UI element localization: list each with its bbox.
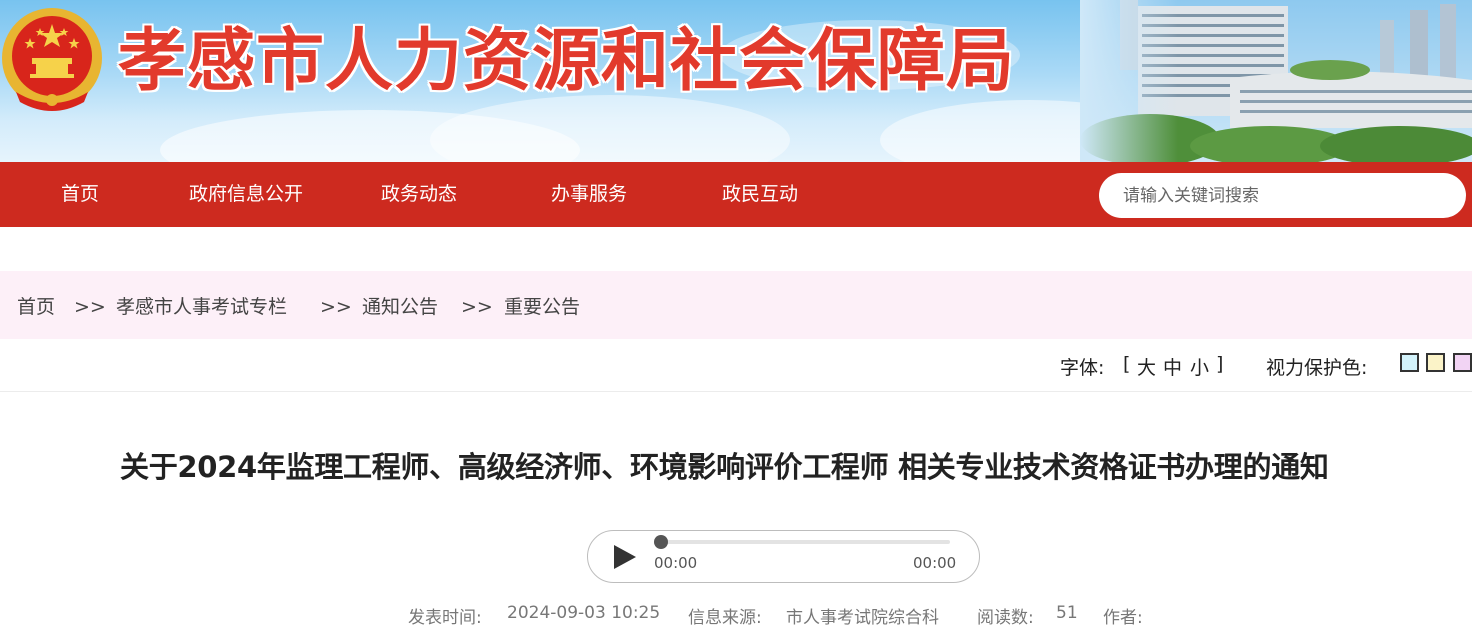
font-size-small[interactable]: 小 (1190, 353, 1209, 380)
audio-duration: 00:00 (913, 554, 957, 572)
font-size-medium[interactable]: 中 (1163, 353, 1182, 380)
audio-progress-track[interactable] (658, 540, 950, 544)
nav-item-government-info[interactable]: 政府信息公开 (189, 162, 303, 227)
font-size-bracket-open: [ (1123, 353, 1131, 375)
search-input[interactable] (1099, 173, 1466, 218)
publish-time-label: 发表时间: (408, 608, 482, 628)
header-banner: 孝感市人力资源和社会保障局 (0, 0, 1472, 162)
breadcrumb: 首页 >> 孝感市人事考试专栏 >> 通知公告 >> 重要公告 (0, 271, 1472, 339)
read-count-label: 阅读数: (977, 608, 1034, 628)
source-value: 市人事考试院综合科 (786, 608, 939, 628)
eye-care-color-cyan[interactable] (1400, 353, 1419, 372)
national-emblem-logo[interactable] (0, 2, 104, 120)
read-count: 51 (1056, 603, 1078, 623)
author-label: 作者: (1103, 608, 1143, 628)
play-icon[interactable] (612, 543, 638, 571)
eye-care-color-pink[interactable] (1453, 353, 1472, 372)
eye-care-label: 视力保护色: (1266, 357, 1368, 379)
audio-progress-thumb[interactable] (654, 535, 668, 549)
nav-item-home[interactable]: 首页 (61, 162, 99, 227)
eye-care-color-yellow[interactable] (1426, 353, 1445, 372)
breadcrumb-item-important[interactable]: 重要公告 (504, 271, 580, 343)
publish-time: 2024-09-03 10:25 (507, 603, 661, 623)
nav-item-government-news[interactable]: 政务动态 (381, 162, 457, 227)
nav-item-interaction[interactable]: 政民互动 (722, 162, 798, 227)
font-size-large[interactable]: 大 (1137, 353, 1156, 380)
breadcrumb-separator: >> (74, 296, 106, 318)
banner-cloud (430, 95, 790, 162)
breadcrumb-separator: >> (320, 296, 352, 318)
source-label: 信息来源: (688, 608, 762, 628)
city-building-photo (1080, 0, 1472, 162)
nav-item-services[interactable]: 办事服务 (551, 162, 627, 227)
article-title: 关于2024年监理工程师、高级经济师、环境影响评价工程师 相关专业技术资格证书办… (120, 450, 1329, 484)
audio-player: 00:00 00:00 (587, 530, 980, 583)
font-size-label: 字体: (1060, 357, 1105, 379)
breadcrumb-item-exam-column[interactable]: 孝感市人事考试专栏 (116, 271, 287, 343)
site-title: 孝感市人力资源和社会保障局 (118, 22, 1016, 101)
breadcrumb-item-home[interactable]: 首页 (17, 271, 55, 343)
audio-current-time: 00:00 (654, 554, 698, 572)
font-size-bracket-close: ] (1216, 353, 1224, 375)
reading-tools: 字体: [ 大 中 小 ] 视力保护色: (0, 339, 1472, 392)
main-nav: 首页 政府信息公开 政务动态 办事服务 政民互动 (0, 162, 1472, 227)
breadcrumb-item-notices[interactable]: 通知公告 (362, 271, 438, 343)
breadcrumb-separator: >> (461, 296, 493, 318)
